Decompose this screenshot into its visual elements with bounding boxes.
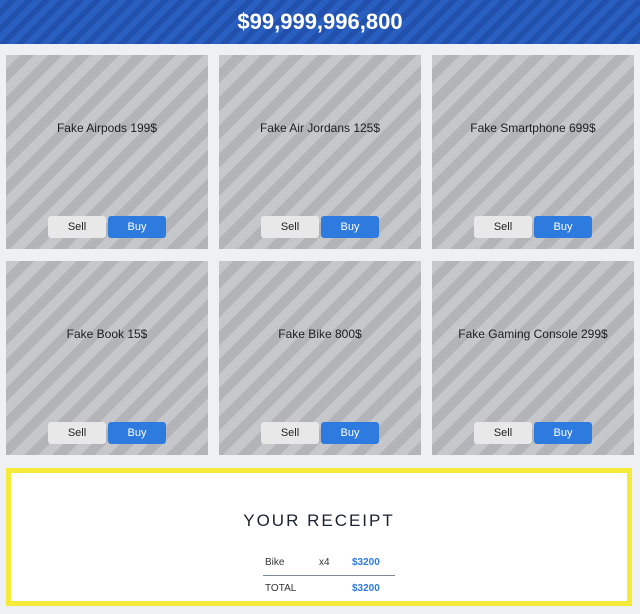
buy-button[interactable]: Buy [321, 216, 379, 238]
product-label: Fake Airpods 199$ [56, 121, 158, 135]
receipt-item-amount: $3200 [352, 557, 380, 568]
balance-amount: $99,999,996,800 [237, 9, 403, 34]
receipt-item-name: Bike [265, 557, 285, 568]
receipt-total-amount: $3200 [352, 583, 380, 594]
balance-header: $99,999,996,800 [0, 0, 640, 44]
sell-button[interactable]: Sell [261, 216, 319, 238]
buy-button[interactable]: Buy [534, 422, 592, 444]
receipt-item-qty: x4 [319, 557, 330, 568]
product-card-gaming-console: Fake Gaming Console 299$ Sell Buy [432, 261, 634, 455]
sell-button[interactable]: Sell [474, 216, 532, 238]
buy-button[interactable]: Buy [321, 422, 379, 444]
product-label: Fake Air Jordans 125$ [259, 121, 381, 135]
product-card-air-jordans: Fake Air Jordans 125$ Sell Buy [219, 55, 421, 249]
receipt-line-item: Bike x4 $3200 [263, 551, 395, 576]
product-card-book: Fake Book 15$ Sell Buy [6, 261, 208, 455]
sell-button[interactable]: Sell [48, 422, 106, 444]
buy-button[interactable]: Buy [534, 216, 592, 238]
product-card-bike: Fake Bike 800$ Sell Buy [219, 261, 421, 455]
product-label: Fake Book 15$ [66, 327, 148, 341]
receipt-panel: YOUR RECEIPT Bike x4 $3200 TOTAL $3200 [6, 468, 632, 606]
receipt-total-row: TOTAL $3200 [263, 577, 395, 601]
sell-button[interactable]: Sell [261, 422, 319, 444]
product-label: Fake Bike 800$ [278, 327, 362, 341]
receipt-title: YOUR RECEIPT [243, 511, 395, 530]
product-label: Fake Smartphone 699$ [470, 121, 596, 135]
product-grid: Fake Airpods 199$ Sell Buy Fake Air Jord… [6, 55, 634, 455]
buy-button[interactable]: Buy [108, 216, 166, 238]
buy-button[interactable]: Buy [108, 422, 166, 444]
product-label: Fake Gaming Console 299$ [458, 327, 608, 341]
product-card-smartphone: Fake Smartphone 699$ Sell Buy [432, 55, 634, 249]
sell-button[interactable]: Sell [48, 216, 106, 238]
product-card-airpods: Fake Airpods 199$ Sell Buy [6, 55, 208, 249]
receipt-total-label: TOTAL [265, 583, 297, 594]
sell-button[interactable]: Sell [474, 422, 532, 444]
